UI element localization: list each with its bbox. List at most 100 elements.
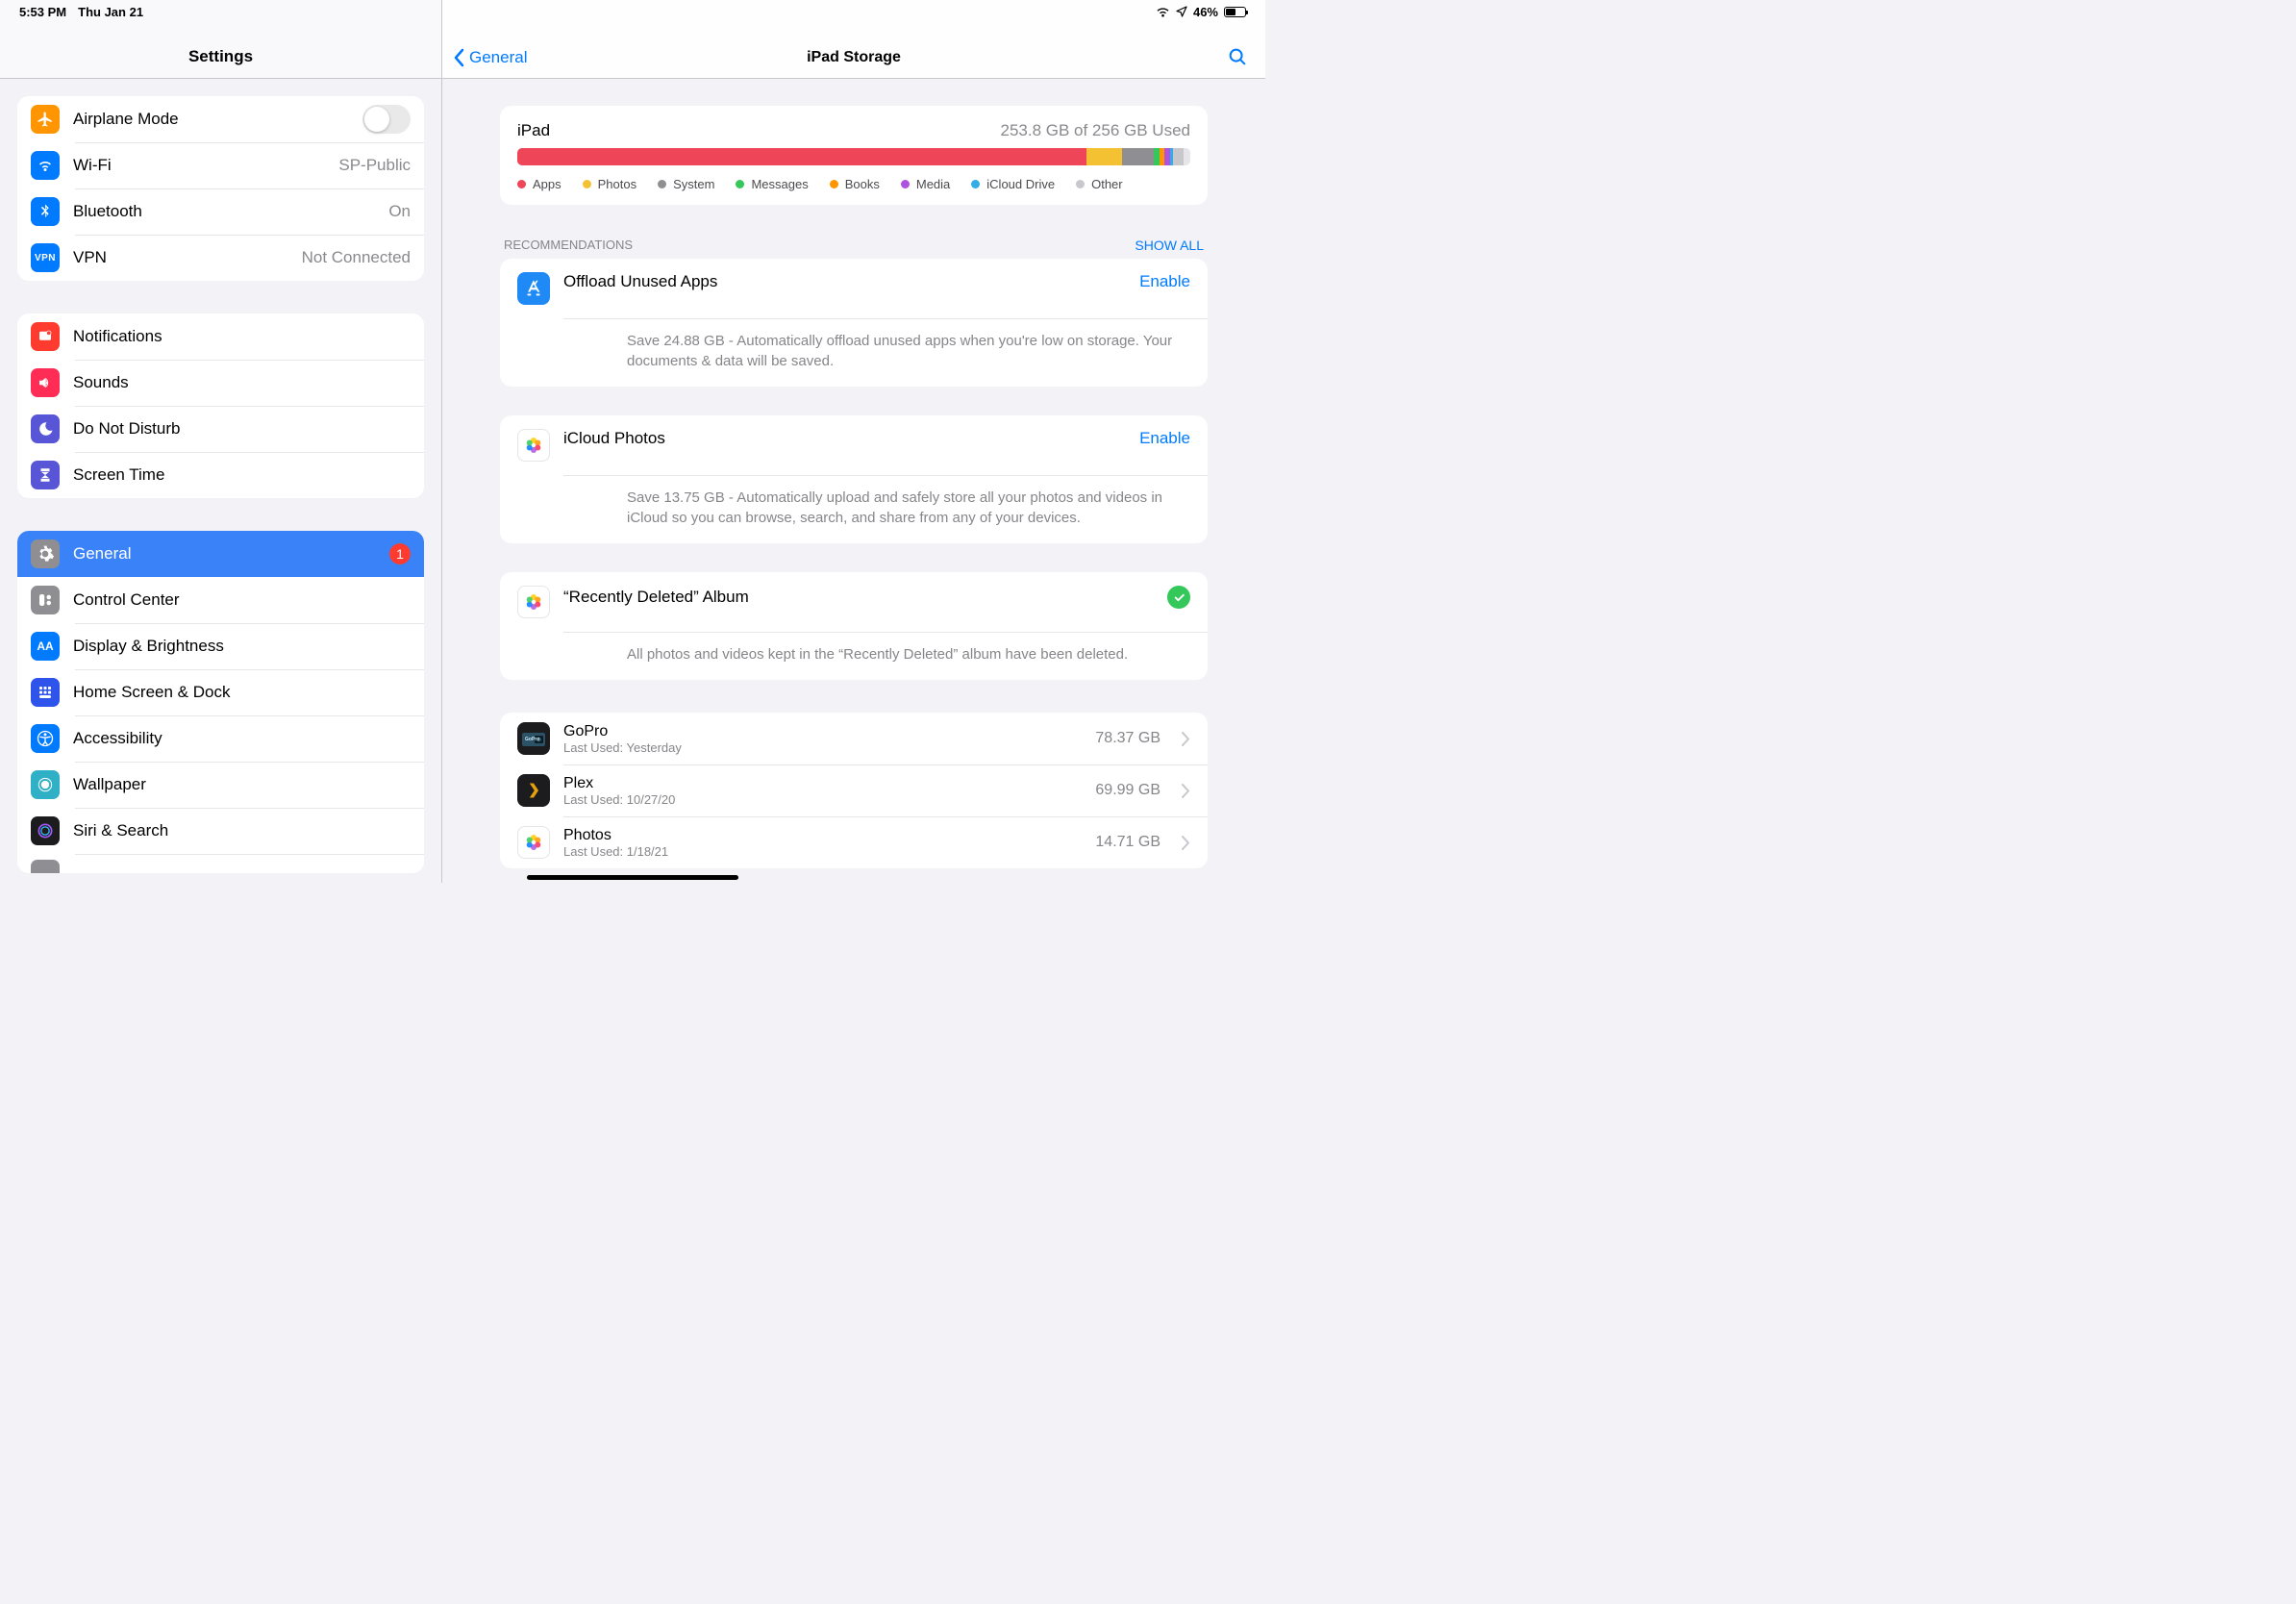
- app-gopro-size: 78.37 GB: [1095, 730, 1160, 747]
- battery-percent: 46%: [1193, 5, 1218, 19]
- legend-icloud: iCloud Drive: [971, 177, 1055, 191]
- accessibility-label: Accessibility: [73, 729, 411, 748]
- app-plex-name: Plex: [563, 775, 1082, 792]
- wifi-icon: [1156, 7, 1170, 17]
- control-center-label: Control Center: [73, 590, 411, 610]
- storage-legend: Apps Photos System Messages Books Media …: [500, 165, 1208, 205]
- rec-icloud-photos-title: iCloud Photos: [563, 429, 665, 448]
- legend-photos: Photos: [583, 177, 636, 191]
- seg-system: [1122, 148, 1155, 165]
- siri-search-row[interactable]: Siri & Search: [17, 808, 424, 854]
- rec-recently-deleted-card[interactable]: “Recently Deleted” Album All photos and …: [500, 572, 1208, 680]
- app-row-plex[interactable]: Plex Last Used: 10/27/20 69.99 GB: [500, 764, 1208, 816]
- show-all-button[interactable]: SHOW ALL: [1135, 238, 1204, 253]
- bluetooth-label: Bluetooth: [73, 202, 375, 221]
- airplane-mode-toggle[interactable]: [362, 105, 411, 134]
- sidebar-title: Settings: [188, 47, 253, 66]
- rec-offload-enable[interactable]: Enable: [1139, 272, 1190, 291]
- storage-summary-card: iPad 253.8 GB of 256 GB Used Apps P: [500, 106, 1208, 205]
- check-icon: [1167, 586, 1190, 609]
- search-button[interactable]: [1227, 46, 1248, 67]
- seg-other: [1173, 148, 1184, 165]
- general-label: General: [73, 544, 376, 564]
- app-plex-sub: Last Used: 10/27/20: [563, 792, 1082, 807]
- gopro-icon: GoPro: [517, 722, 550, 755]
- seg-free: [1184, 148, 1190, 165]
- chevron-right-icon: [1182, 836, 1190, 850]
- bluetooth-value: On: [388, 202, 411, 221]
- screentime-row[interactable]: Screen Time: [17, 452, 424, 498]
- status-time: 5:53 PM: [19, 5, 66, 19]
- sidebar-group-notif: Notifications Sounds Do Not Disturb Scre…: [17, 313, 424, 498]
- sounds-label: Sounds: [73, 373, 411, 392]
- control-center-icon: [31, 586, 60, 614]
- legend-apps: Apps: [517, 177, 562, 191]
- storage-device: iPad: [517, 121, 550, 140]
- app-gopro-sub: Last Used: Yesterday: [563, 740, 1082, 755]
- chevron-right-icon: [1182, 732, 1190, 746]
- app-photos-sub: Last Used: 1/18/21: [563, 844, 1082, 859]
- page-title: iPad Storage: [807, 49, 901, 66]
- legend-messages: Messages: [736, 177, 808, 191]
- app-row-gopro[interactable]: GoPro GoPro Last Used: Yesterday 78.37 G…: [500, 713, 1208, 764]
- dnd-icon: [31, 414, 60, 443]
- storage-used: 253.8 GB of 256 GB Used: [1000, 121, 1190, 140]
- wifi-label: Wi-Fi: [73, 156, 325, 175]
- wallpaper-row[interactable]: Wallpaper: [17, 762, 424, 808]
- photos-app-icon: [517, 826, 550, 859]
- notifications-label: Notifications: [73, 327, 411, 346]
- location-icon: [1176, 6, 1187, 17]
- app-list-card: GoPro GoPro Last Used: Yesterday 78.37 G…: [500, 713, 1208, 868]
- home-screen-dock-label: Home Screen & Dock: [73, 683, 411, 702]
- rec-offload-card[interactable]: Offload Unused Apps Enable Save 24.88 GB…: [500, 259, 1208, 387]
- app-plex-size: 69.99 GB: [1095, 782, 1160, 799]
- partial-icon: [31, 860, 60, 873]
- wifi-row[interactable]: Wi-Fi SP-Public: [17, 142, 424, 188]
- general-row[interactable]: General 1: [17, 531, 424, 577]
- control-center-row[interactable]: Control Center: [17, 577, 424, 623]
- vpn-label: VPN: [73, 248, 288, 267]
- sounds-row[interactable]: Sounds: [17, 360, 424, 406]
- storage-bar: [517, 148, 1190, 165]
- dnd-row[interactable]: Do Not Disturb: [17, 406, 424, 452]
- rec-offload-title: Offload Unused Apps: [563, 272, 717, 291]
- home-screen-dock-row[interactable]: Home Screen & Dock: [17, 669, 424, 715]
- home-indicator: [527, 875, 738, 880]
- wallpaper-icon: [31, 770, 60, 799]
- accessibility-icon: [31, 724, 60, 753]
- siri-icon: [31, 816, 60, 845]
- notifications-row[interactable]: Notifications: [17, 313, 424, 360]
- legend-media: Media: [901, 177, 950, 191]
- vpn-row[interactable]: VPN VPN Not Connected: [17, 235, 424, 281]
- airplane-icon: [31, 105, 60, 134]
- battery-icon: [1224, 7, 1246, 17]
- next-partial-row[interactable]: [17, 854, 424, 873]
- back-button[interactable]: General: [452, 48, 527, 67]
- appstore-icon: [517, 272, 550, 305]
- display-brightness-label: Display & Brightness: [73, 637, 411, 656]
- status-bar: 5:53 PM Thu Jan 21 46%: [0, 0, 1265, 23]
- vpn-value: Not Connected: [302, 248, 411, 267]
- rec-recently-deleted-desc: All photos and videos kept in the “Recen…: [563, 632, 1208, 680]
- app-row-photos[interactable]: Photos Last Used: 1/18/21 14.71 GB: [500, 816, 1208, 868]
- sounds-icon: [31, 368, 60, 397]
- dnd-label: Do Not Disturb: [73, 419, 411, 439]
- rec-icloud-photos-enable[interactable]: Enable: [1139, 429, 1190, 448]
- chevron-right-icon: [1182, 784, 1190, 798]
- photos-icon: [517, 429, 550, 462]
- display-brightness-icon: AA: [31, 632, 60, 661]
- airplane-mode-label: Airplane Mode: [73, 110, 349, 129]
- plex-icon: [517, 774, 550, 807]
- bluetooth-icon: [31, 197, 60, 226]
- accessibility-row[interactable]: Accessibility: [17, 715, 424, 762]
- seg-photos: [1086, 148, 1122, 165]
- siri-search-label: Siri & Search: [73, 821, 411, 840]
- airplane-mode-row[interactable]: Airplane Mode: [17, 96, 424, 142]
- app-gopro-name: GoPro: [563, 723, 1082, 740]
- rec-icloud-photos-card[interactable]: iCloud Photos Enable Save 13.75 GB - Aut…: [500, 415, 1208, 543]
- app-photos-size: 14.71 GB: [1095, 834, 1160, 851]
- general-icon: [31, 539, 60, 568]
- bluetooth-row[interactable]: Bluetooth On: [17, 188, 424, 235]
- display-brightness-row[interactable]: AA Display & Brightness: [17, 623, 424, 669]
- general-badge: 1: [389, 543, 411, 564]
